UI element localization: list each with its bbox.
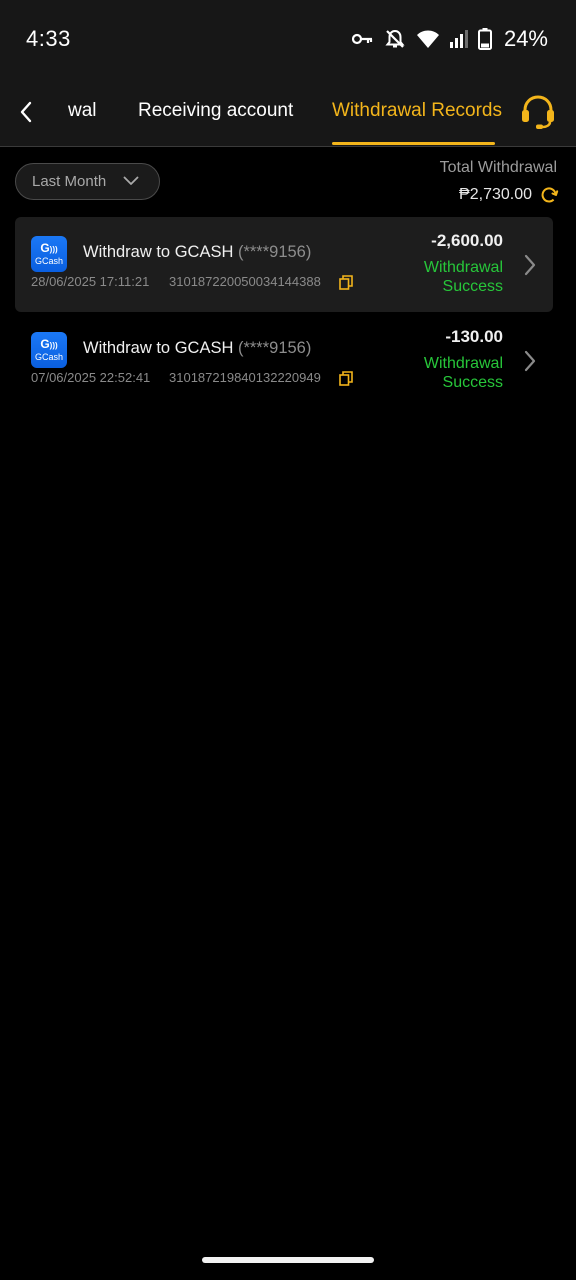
status-bar: 4:33 24% xyxy=(0,0,576,78)
chevron-right-icon xyxy=(523,349,537,378)
gcash-logo-text: GCash xyxy=(34,352,63,362)
battery-icon xyxy=(477,28,492,50)
headset-icon xyxy=(522,95,554,129)
status-icons: 24% xyxy=(351,24,548,54)
notifications-off-icon xyxy=(384,28,406,50)
home-indicator[interactable] xyxy=(202,1257,374,1263)
record-datetime: 28/06/2025 17:11:21 xyxy=(31,274,150,289)
tab-withdrawal[interactable]: wal xyxy=(68,100,97,122)
record-transaction-id: 310187220050034144388 xyxy=(169,274,321,289)
withdrawal-record[interactable]: G))) GCash Withdraw to GCASH (****9156) … xyxy=(15,313,553,408)
date-filter-dropdown[interactable]: Last Month xyxy=(15,163,160,200)
tab-withdrawal-records[interactable]: Withdrawal Records xyxy=(332,100,502,122)
record-title: Withdraw to GCASH (****9156) xyxy=(83,339,312,357)
record-datetime: 07/06/2025 22:52:41 xyxy=(31,370,151,385)
filter-label: Last Month xyxy=(32,173,107,190)
withdrawal-records-screen: 4:33 24% wal Receiving account Withdrawa… xyxy=(0,0,576,1280)
record-amount: -130.00 xyxy=(445,327,503,346)
chevron-down-icon xyxy=(123,176,139,185)
chevron-left-icon xyxy=(20,101,32,123)
back-button[interactable] xyxy=(12,96,40,128)
gcash-logo: G))) GCash xyxy=(31,236,67,272)
active-tab-indicator xyxy=(332,142,495,145)
record-transaction-id: 310187219840132220949 xyxy=(169,370,321,385)
refresh-icon[interactable] xyxy=(540,186,559,210)
tab-bar: wal Receiving account Withdrawal Records xyxy=(0,78,576,147)
copy-icon[interactable] xyxy=(339,371,353,391)
tab-receiving-account[interactable]: Receiving account xyxy=(138,100,293,122)
signal-icon xyxy=(449,29,468,49)
gcash-logo: G))) GCash xyxy=(31,332,67,368)
record-account: (****9156) xyxy=(237,339,312,357)
record-amount: -2,600.00 xyxy=(431,231,503,250)
customer-support-button[interactable] xyxy=(519,94,557,130)
total-withdrawal-label: Total Withdrawal xyxy=(439,159,557,176)
record-status: Withdrawal Success xyxy=(423,355,503,391)
withdrawal-record[interactable]: G))) GCash Withdraw to GCASH (****9156) … xyxy=(15,217,553,312)
status-time: 4:33 xyxy=(26,26,71,51)
battery-percentage: 24% xyxy=(503,26,548,51)
vpn-key-icon xyxy=(351,32,374,46)
record-status: Withdrawal Success xyxy=(423,259,503,295)
gcash-logo-text: GCash xyxy=(34,256,63,266)
wifi-icon xyxy=(416,29,440,49)
record-title: Withdraw to GCASH (****9156) xyxy=(83,243,312,261)
record-account: (****9156) xyxy=(237,243,312,261)
chevron-right-icon xyxy=(523,253,537,282)
total-withdrawal-amount: ₱2,730.00 xyxy=(459,186,532,203)
copy-icon[interactable] xyxy=(339,275,353,295)
